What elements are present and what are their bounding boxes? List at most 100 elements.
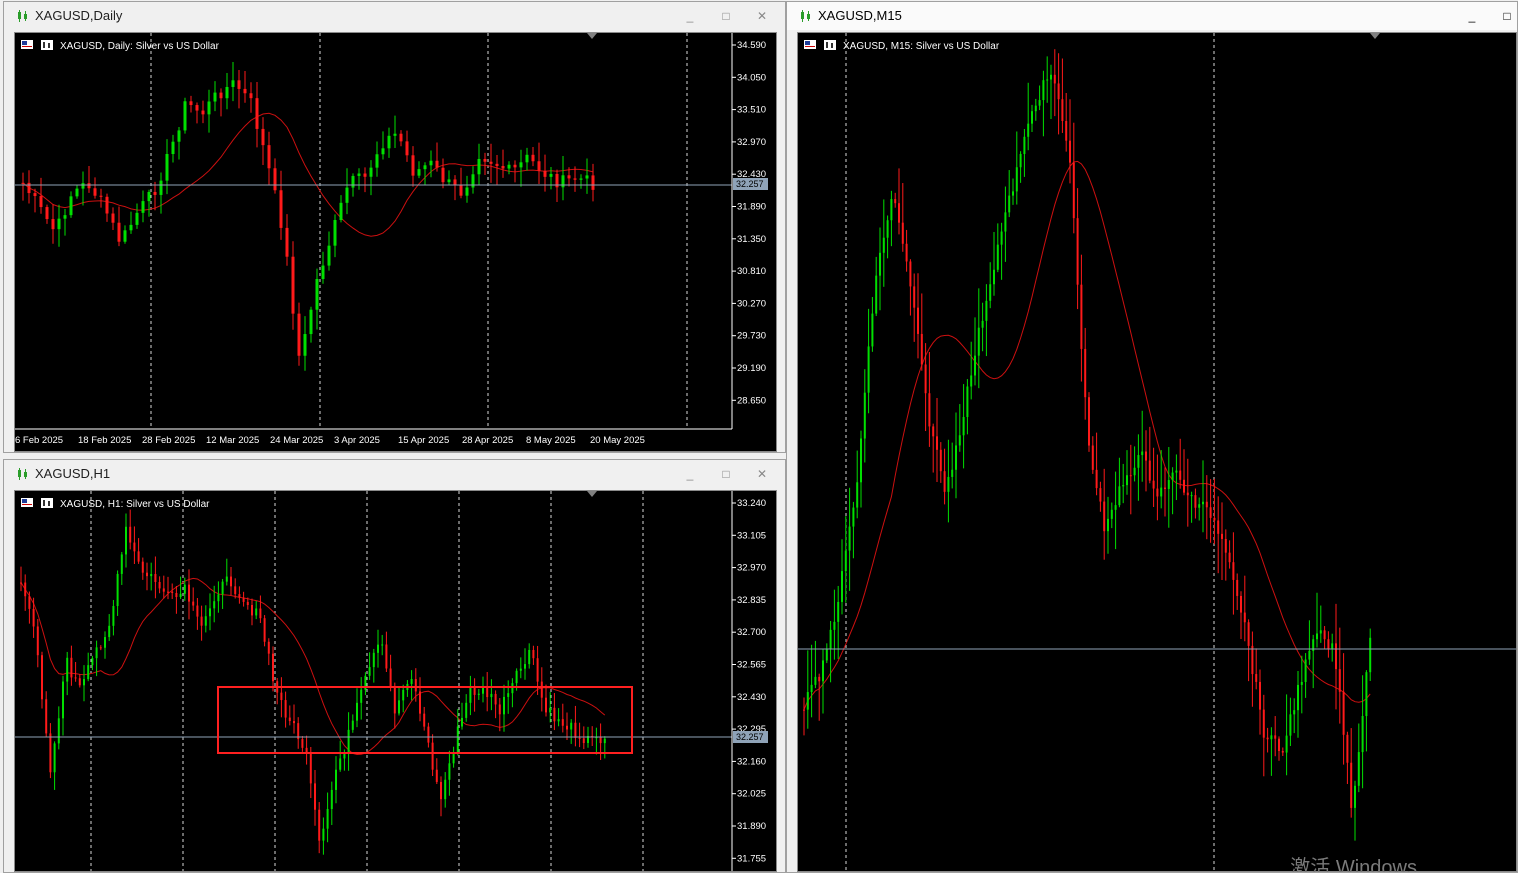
candle-body xyxy=(1095,469,1098,489)
candle-body xyxy=(351,720,354,730)
candle-body xyxy=(1266,737,1269,740)
window-titlebar[interactable]: XAGUSD,H1 _ □ ✕ xyxy=(4,460,785,488)
candle-body xyxy=(410,679,413,684)
symbol-header: XAGUSD, Daily: Silver vs US Dollar xyxy=(21,40,220,52)
price-label: 30.810 xyxy=(737,266,766,277)
candle-body xyxy=(321,265,325,279)
candle-body xyxy=(489,161,493,164)
candle-body xyxy=(1164,487,1166,489)
close-button[interactable]: ✕ xyxy=(753,465,771,483)
candle-body xyxy=(1103,501,1106,532)
candle-body xyxy=(87,665,90,680)
candle-body xyxy=(192,601,195,606)
price-label: 32.835 xyxy=(737,595,766,606)
candle-body xyxy=(810,684,813,693)
candle-body xyxy=(33,193,37,197)
candle-body xyxy=(1183,479,1185,493)
candle-body xyxy=(1141,451,1144,456)
price-label: 32.025 xyxy=(737,789,766,800)
candle-body xyxy=(141,561,144,573)
window-m15[interactable]: XAGUSD,M15 _ □ XAGUSD, M15: Silver vs US… xyxy=(786,1,1518,873)
candle-body xyxy=(579,178,583,180)
candle-body xyxy=(427,726,430,743)
maximize-button[interactable]: □ xyxy=(1498,7,1516,25)
candle-body xyxy=(201,110,205,115)
candle-body xyxy=(150,573,153,577)
window-h1[interactable]: XAGUSD,H1 _ □ ✕ XAGUSD, H1: Silver vs US… xyxy=(3,459,786,873)
chart-area[interactable]: XAGUSD, H1: Silver vs US Dollar 33.240 33… xyxy=(14,490,777,872)
candle-body xyxy=(49,733,52,773)
price-label: 33.510 xyxy=(737,105,766,116)
candle-body xyxy=(591,175,595,190)
candle-body xyxy=(818,676,821,682)
candle-body xyxy=(1243,612,1246,623)
candle-body xyxy=(1167,480,1170,489)
chart-svg-h1[interactable]: XAGUSD, H1: Silver vs US Dollar 33.24033… xyxy=(15,491,777,872)
minimize-button[interactable]: _ xyxy=(1463,7,1481,25)
candle-body xyxy=(519,162,523,168)
candle-body xyxy=(1350,762,1353,808)
scroll-marker xyxy=(1370,33,1380,39)
candle-body xyxy=(1285,735,1288,753)
candle-body xyxy=(901,222,904,244)
candles xyxy=(803,49,1372,841)
time-label: 12 Mar 2025 xyxy=(206,435,259,446)
close-button[interactable]: ✕ xyxy=(753,7,771,25)
candle-body xyxy=(519,668,522,671)
candle-body xyxy=(273,168,277,191)
candle-body xyxy=(1042,80,1045,101)
time-label: 3 Apr 2025 xyxy=(334,435,380,446)
chart-svg-m15[interactable]: XAGUSD, M15: Silver vs US Dollar xyxy=(798,33,1517,872)
candle-body xyxy=(129,526,132,543)
candle-body xyxy=(1304,659,1307,682)
candle-body xyxy=(841,571,843,602)
candle-body xyxy=(852,507,855,527)
candle-body xyxy=(1221,533,1223,539)
candle-body xyxy=(1202,501,1204,505)
candle-body xyxy=(356,702,358,721)
candle-body xyxy=(385,644,388,669)
maximize-button[interactable]: □ xyxy=(717,465,735,483)
window-daily[interactable]: XAGUSD,Daily _ □ ✕ XAGUSD, Daily: Silver… xyxy=(3,1,786,453)
candle-body xyxy=(238,594,241,598)
candle-body xyxy=(111,213,115,223)
candle-body xyxy=(1278,738,1280,751)
candle-body xyxy=(221,581,224,595)
chart-area[interactable]: XAGUSD, Daily: Silver vs US Dollar 34.59… xyxy=(14,32,777,452)
candle-body xyxy=(259,608,262,619)
activation-watermark: 激活 Windows xyxy=(1290,857,1417,873)
candle-body xyxy=(1240,595,1242,613)
moving-average xyxy=(22,112,594,237)
candle-body xyxy=(553,707,556,722)
candle-body xyxy=(87,183,91,189)
grid-lines xyxy=(90,491,644,871)
price-label: 33.105 xyxy=(737,530,766,541)
candle-body xyxy=(1031,111,1033,124)
ma-line xyxy=(803,160,1371,710)
svg-text:32.257: 32.257 xyxy=(736,179,764,189)
candle-body xyxy=(1091,445,1094,470)
candle-body xyxy=(1205,501,1208,508)
candle-body xyxy=(297,313,301,356)
price-label: 32.565 xyxy=(737,660,766,671)
candle-body xyxy=(1331,643,1334,649)
candle-body xyxy=(53,743,56,773)
maximize-button[interactable]: □ xyxy=(717,7,735,25)
candle-body xyxy=(486,686,489,698)
chart-svg-daily[interactable]: XAGUSD, Daily: Silver vs US Dollar 34.59… xyxy=(15,33,777,452)
candle-body xyxy=(231,80,235,87)
chart-header-text: XAGUSD, Daily: Silver vs US Dollar xyxy=(60,41,220,52)
candle-body xyxy=(423,713,426,727)
candle-body xyxy=(237,80,241,89)
candle-body xyxy=(288,717,291,722)
minimize-button[interactable]: _ xyxy=(681,7,699,25)
candle-body xyxy=(537,161,541,171)
candle-body xyxy=(219,92,223,99)
candle-body xyxy=(272,653,274,682)
window-titlebar[interactable]: XAGUSD,Daily _ □ ✕ xyxy=(4,2,785,30)
minimize-button[interactable]: _ xyxy=(681,465,699,483)
window-titlebar[interactable]: XAGUSD,M15 _ □ xyxy=(787,2,1517,30)
chart-area[interactable]: XAGUSD, M15: Silver vs US Dollar xyxy=(797,32,1517,872)
candle-body xyxy=(360,689,363,703)
candle-body xyxy=(1065,120,1068,141)
